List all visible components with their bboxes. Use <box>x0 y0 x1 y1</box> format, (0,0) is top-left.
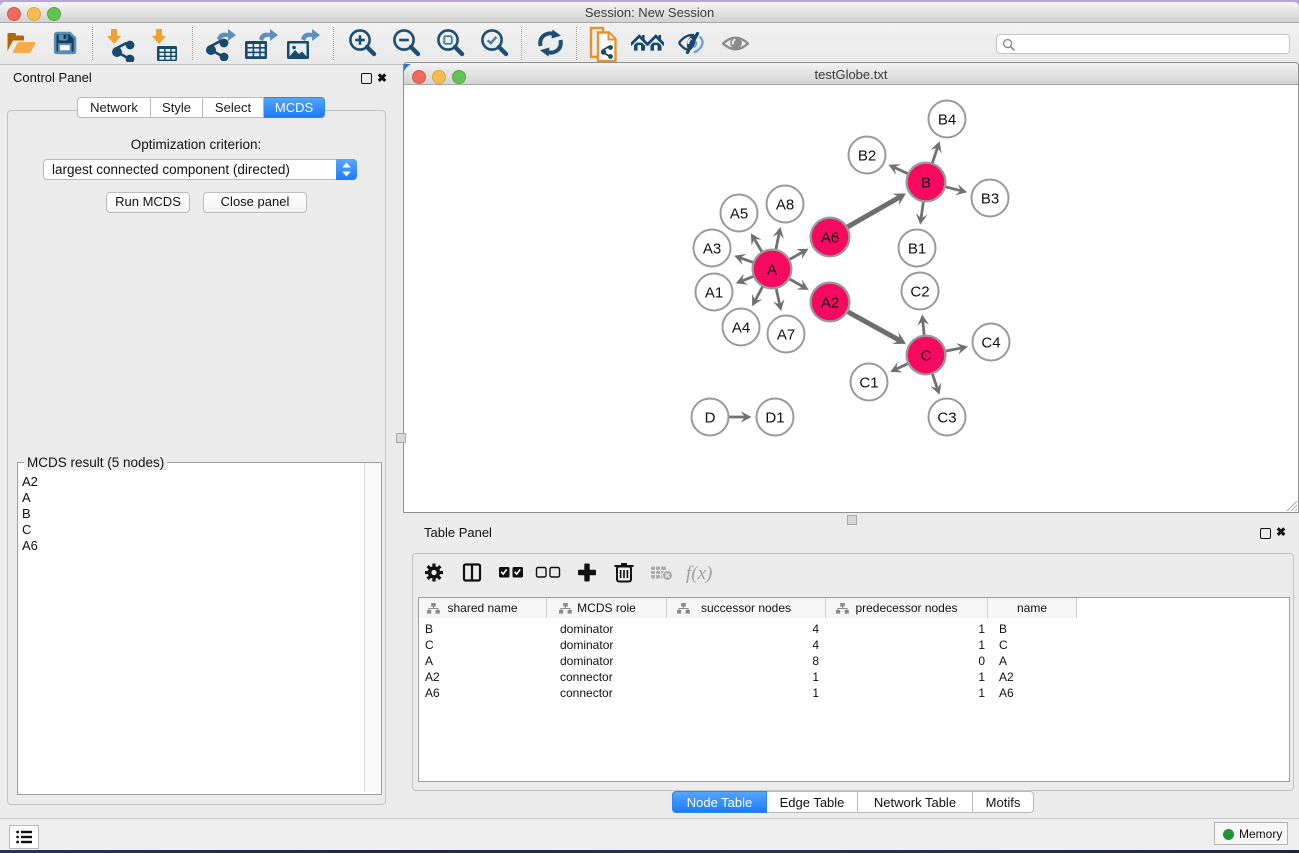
svg-text:B4: B4 <box>938 111 956 128</box>
svg-text:B3: B3 <box>981 190 999 207</box>
svg-text:C3: C3 <box>937 409 956 426</box>
svg-text:B: B <box>921 174 931 191</box>
svg-text:B2: B2 <box>858 147 876 164</box>
svg-text:A: A <box>767 261 777 278</box>
svg-text:A4: A4 <box>732 319 750 336</box>
svg-text:A6: A6 <box>821 229 839 246</box>
svg-text:A8: A8 <box>776 196 794 213</box>
svg-text:D1: D1 <box>765 409 784 426</box>
svg-text:C: C <box>921 347 932 364</box>
svg-text:B1: B1 <box>908 240 926 257</box>
svg-text:C4: C4 <box>981 334 1000 351</box>
svg-text:f(x): f(x) <box>686 563 712 583</box>
svg-text:A5: A5 <box>730 205 748 222</box>
svg-text:A2: A2 <box>821 294 839 311</box>
svg-text:C2: C2 <box>910 283 929 300</box>
svg-text:A3: A3 <box>703 240 721 257</box>
svg-text:C1: C1 <box>859 374 878 391</box>
svg-text:D: D <box>705 409 716 426</box>
svg-text:A7: A7 <box>777 326 795 343</box>
svg-text:A1: A1 <box>705 284 723 301</box>
